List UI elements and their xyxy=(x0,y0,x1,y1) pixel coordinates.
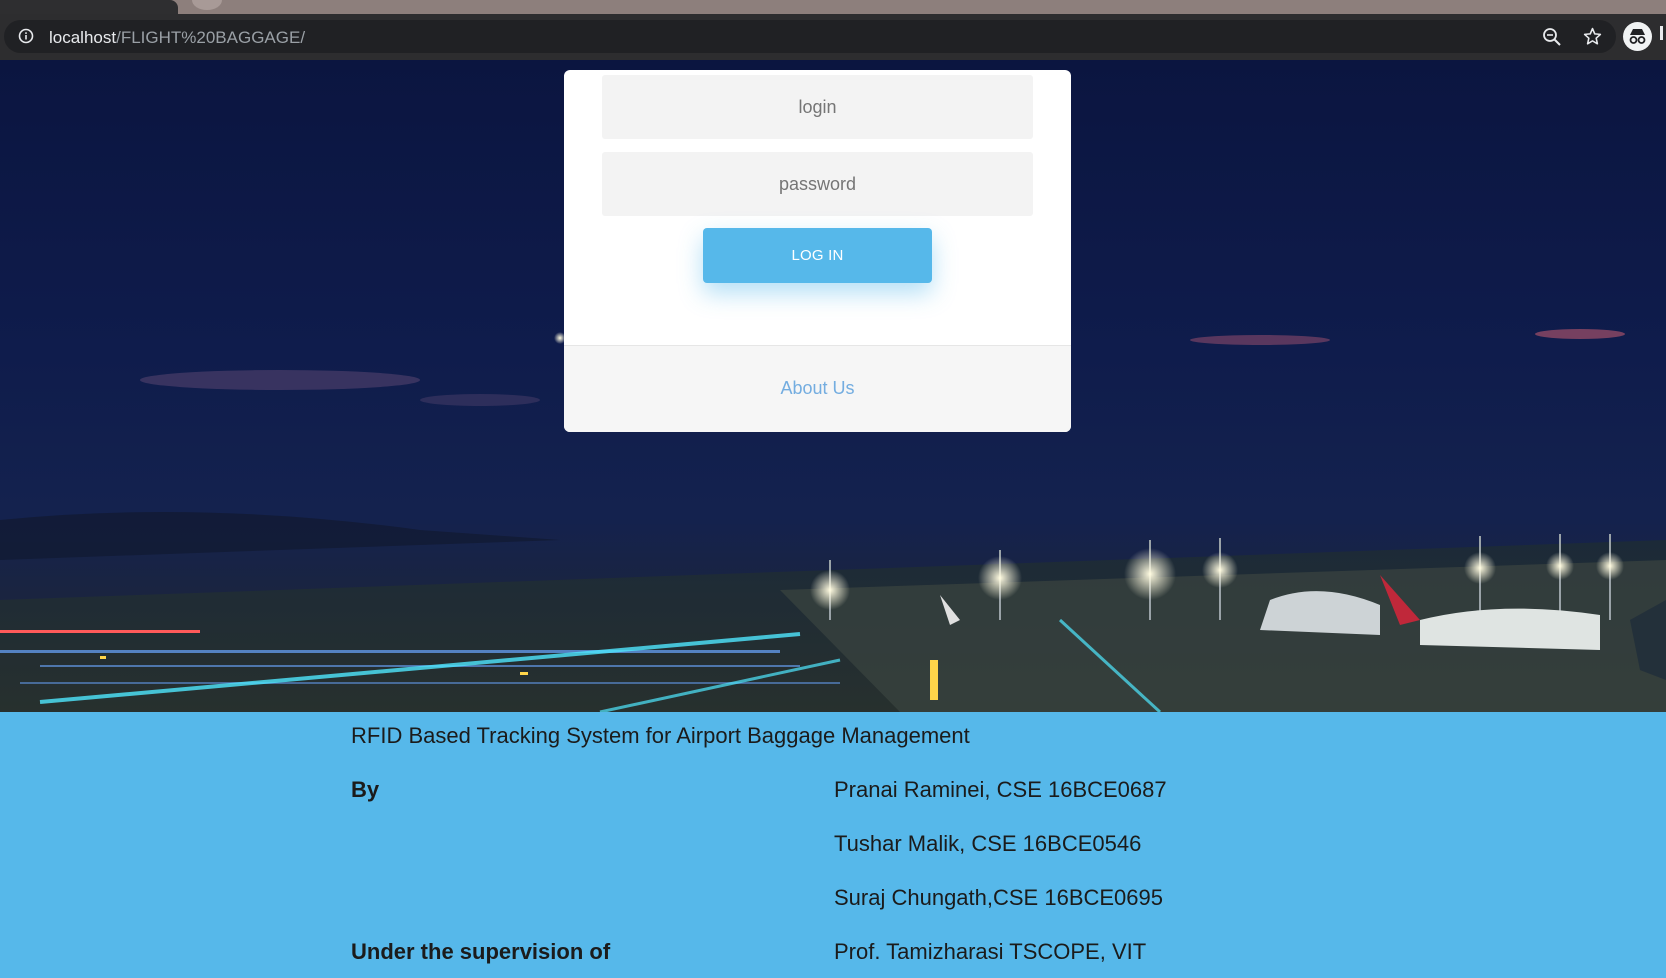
project-info-section: RFID Based Tracking System for Airport B… xyxy=(0,712,1666,978)
supervisor-name: Prof. Tamizharasi TSCOPE, VIT xyxy=(834,939,1147,964)
profile-label-edge xyxy=(1660,26,1663,40)
info-icon[interactable] xyxy=(18,28,34,44)
browser-toolbar: localhost/FLIGHT%20BAGGAGE/ xyxy=(0,14,1666,60)
star-icon[interactable] xyxy=(1582,26,1603,47)
project-title: RFID Based Tracking System for Airport B… xyxy=(351,723,970,748)
login-card-footer: About Us xyxy=(564,345,1071,432)
login-card: LOG IN About Us xyxy=(564,70,1071,432)
url-text[interactable]: localhost/FLIGHT%20BAGGAGE/ xyxy=(49,28,305,48)
author-3: Suraj Chungath,CSE 16BCE0695 xyxy=(834,885,1163,910)
author-1: Pranai Raminei, CSE 16BCE0687 xyxy=(834,777,1167,802)
url-host: localhost xyxy=(49,28,117,47)
active-tab[interactable] xyxy=(0,0,178,14)
login-input[interactable] xyxy=(602,75,1033,139)
author-2: Tushar Malik, CSE 16BCE0546 xyxy=(834,831,1142,856)
zoom-icon[interactable] xyxy=(1542,27,1562,47)
tab-strip xyxy=(0,0,1666,14)
new-tab-button[interactable] xyxy=(192,0,222,10)
url-path: /FLIGHT%20BAGGAGE/ xyxy=(116,28,306,47)
supervision-label: Under the supervision of xyxy=(351,939,611,964)
address-bar[interactable]: localhost/FLIGHT%20BAGGAGE/ xyxy=(4,20,1616,53)
password-input[interactable] xyxy=(602,152,1033,216)
incognito-icon[interactable] xyxy=(1623,22,1652,51)
by-label: By xyxy=(351,777,380,802)
about-us-link[interactable]: About Us xyxy=(564,378,1071,399)
login-button[interactable]: LOG IN xyxy=(703,228,932,283)
